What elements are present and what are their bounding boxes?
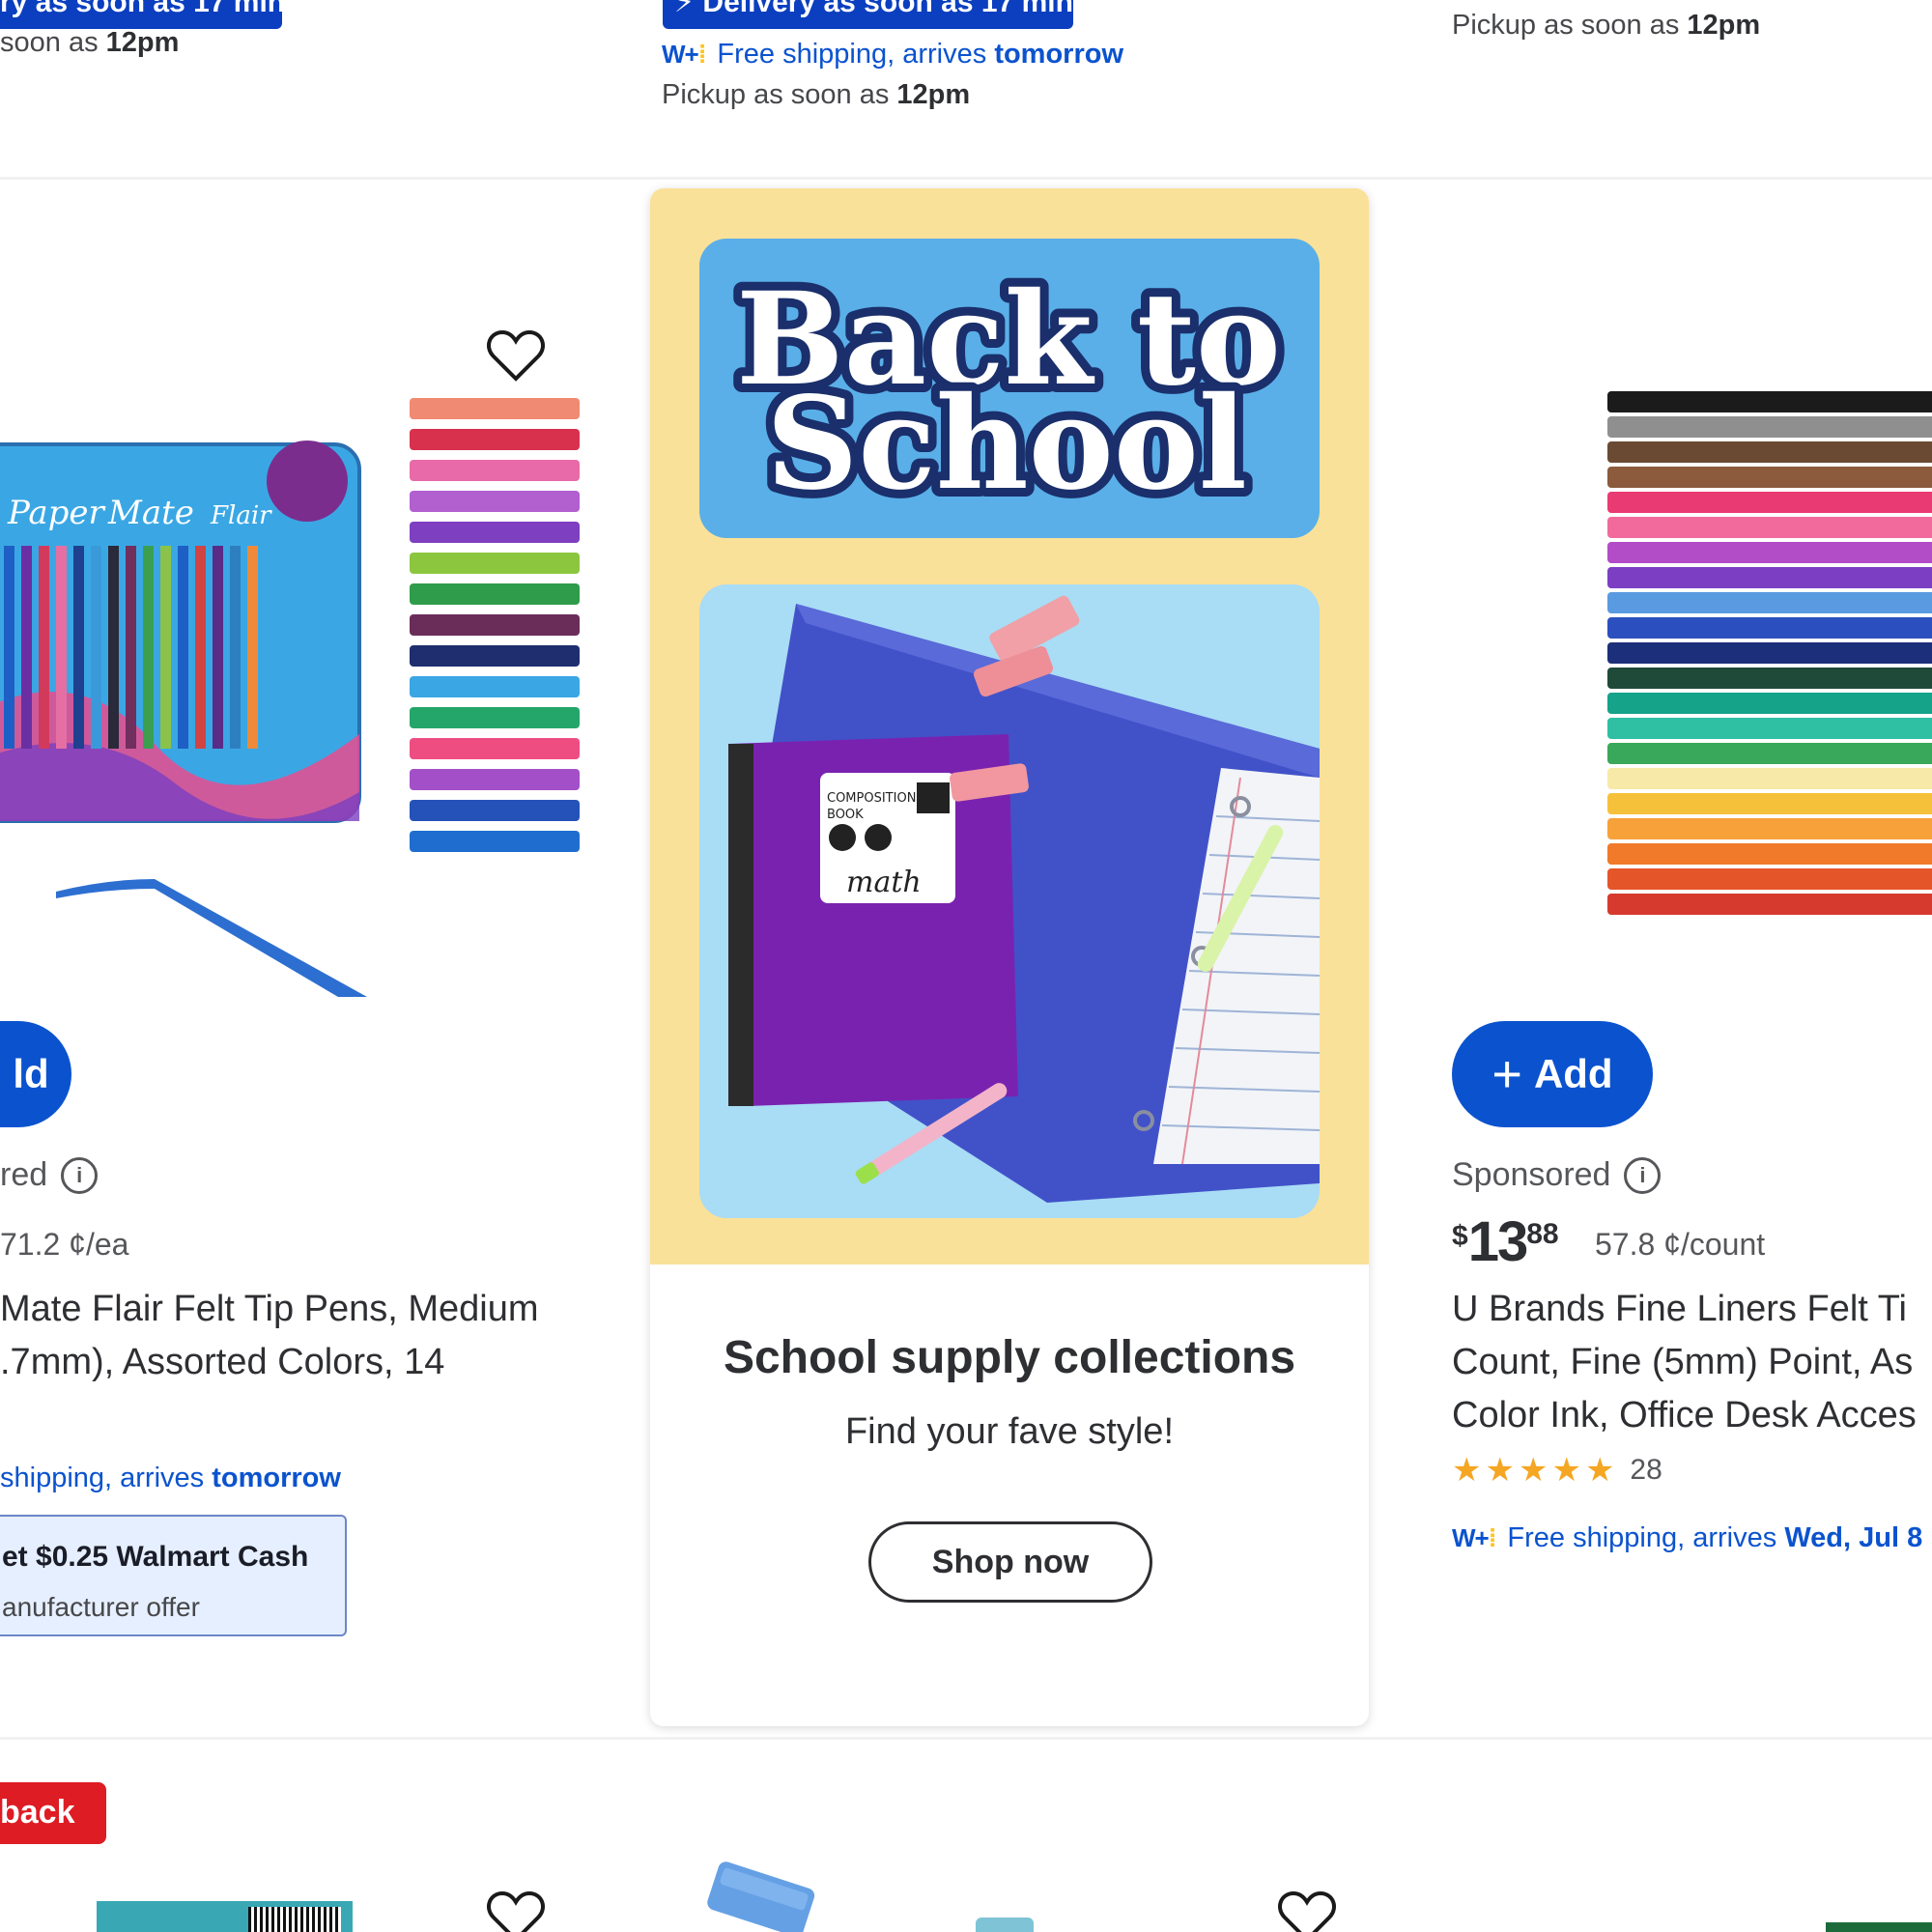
add-button-label: Add <box>1533 1051 1613 1096</box>
pickup-label: Pickup as soon as <box>662 79 897 110</box>
star-rating[interactable]: ★ ★ ★ ★ ★ 28 <box>1452 1451 1662 1490</box>
product-image[interactable]: Paper Mate Flair <box>0 309 580 1005</box>
shipping-day: tomorrow <box>212 1463 341 1493</box>
shipping-day: tomorrow <box>994 39 1124 70</box>
favorite-heart-icon[interactable] <box>486 1889 546 1932</box>
favorite-heart-icon[interactable] <box>486 328 546 383</box>
title-line: Count, Fine (5mm) Point, As <box>1452 1342 1914 1382</box>
star-icon: ★ <box>1584 1452 1615 1489</box>
pickup-time: 12pm <box>896 79 971 110</box>
sponsored-text: red <box>0 1156 48 1193</box>
title-line: Color Ink, Office Desk Acces <box>1452 1395 1917 1435</box>
delivery-badge: ry as soon as 17 mins <box>0 0 282 29</box>
price-cents: 88 <box>1526 1218 1559 1250</box>
rating-count: 28 <box>1630 1454 1662 1486</box>
row-divider <box>0 177 1932 180</box>
barcode-icon <box>248 1907 341 1932</box>
promo-title: School supply collections <box>723 1332 1296 1383</box>
pickup-text: Pickup as soon as 12pm <box>662 79 970 111</box>
product-title[interactable]: Mate Flair Felt Tip Pens, Medium .7mm), … <box>0 1283 539 1389</box>
back-to-school-banner: Back to Back to School School <box>699 239 1320 538</box>
promo-banner-area: Back to Back to School School COMPOSITIO… <box>650 188 1369 1264</box>
promo-subtitle: Find your fave style! <box>844 1411 1175 1452</box>
shipping-text: shipping, arrives tomorrow <box>0 1463 341 1494</box>
info-icon[interactable]: i <box>1624 1156 1662 1194</box>
svg-text:School: School <box>766 369 1247 519</box>
product-image[interactable] <box>1826 1922 1932 1932</box>
unit-price: 71.2 ¢/ea <box>0 1227 129 1262</box>
pickup-text: soon as 12pm <box>0 27 179 59</box>
svg-text:Mate: Mate <box>107 494 194 532</box>
pickup-text: Pickup as soon as 12pm <box>1452 10 1760 42</box>
shipping-label: shipping, arrives <box>0 1463 213 1493</box>
sponsored-text: Sponsored <box>1452 1156 1611 1193</box>
info-icon[interactable]: i <box>61 1156 99 1194</box>
svg-text:BOOK: BOOK <box>827 808 864 822</box>
row-divider <box>0 1737 1932 1740</box>
svg-text:Flair: Flair <box>210 501 272 530</box>
rollback-badge: back <box>0 1782 106 1844</box>
product-image[interactable] <box>97 1901 353 1932</box>
cash-offer-subtitle: anufacturer offer <box>2 1592 200 1622</box>
add-to-cart-button[interactable]: ld <box>0 1021 71 1127</box>
price-currency: $ <box>1452 1220 1468 1252</box>
walmart-plus-icon: W+⁞ <box>1452 1523 1496 1552</box>
star-icon: ★ <box>1551 1452 1581 1489</box>
title-line: .7mm), Assorted Colors, 14 <box>0 1342 445 1382</box>
product-image[interactable] <box>1604 382 1932 923</box>
product-price: $ 13 88 <box>1452 1212 1559 1272</box>
sponsored-label: Sponsored i <box>1452 1156 1662 1194</box>
star-icon: ★ <box>1485 1452 1515 1489</box>
school-supplies-photo: COMPOSITION BOOK math <box>699 584 1320 1218</box>
plus-icon: + <box>1492 1045 1522 1103</box>
pickup-time: 12pm <box>105 27 180 58</box>
add-to-cart-button[interactable]: + Add <box>1452 1021 1653 1127</box>
star-icon: ★ <box>1452 1452 1482 1489</box>
notebook-label-text: COMPOSITION <box>827 791 916 806</box>
back-to-school-logo: Back to Back to School School <box>727 256 1290 527</box>
pickup-label: soon as <box>0 27 106 58</box>
shipping-day: Wed, Jul 8 <box>1784 1522 1923 1553</box>
svg-text:math: math <box>846 866 922 899</box>
walmart-cash-offer[interactable]: et $0.25 Walmart Cash anufacturer offer <box>0 1515 347 1636</box>
shipping-text: W+⁞ Free shipping, arrives Wed, Jul 8 <box>1452 1522 1922 1554</box>
shop-now-button[interactable]: Shop now <box>868 1521 1152 1603</box>
cash-offer-title: et $0.25 Walmart Cash <box>2 1541 309 1573</box>
star-icon: ★ <box>1518 1452 1548 1489</box>
sponsored-label: red i <box>0 1156 99 1194</box>
price-dollars: 13 <box>1467 1210 1528 1273</box>
svg-text:Paper: Paper <box>7 494 106 532</box>
product-title[interactable]: U Brands Fine Liners Felt Ti Count, Fine… <box>1452 1283 1917 1442</box>
pickup-label: Pickup as soon as <box>1452 10 1688 41</box>
walmart-plus-icon: W+⁞ <box>662 40 706 69</box>
title-line: Mate Flair Felt Tip Pens, Medium <box>0 1289 539 1329</box>
shipping-label: Free shipping, arrives <box>1507 1522 1785 1553</box>
unit-price: 57.8 ¢/count <box>1595 1227 1766 1262</box>
add-button-label: ld <box>13 1051 49 1096</box>
pickup-time: 12pm <box>1687 10 1761 41</box>
product-image[interactable] <box>976 1918 1034 1932</box>
product-image[interactable] <box>703 1855 819 1932</box>
favorite-heart-icon[interactable] <box>1277 1889 1337 1932</box>
shipping-text: W+⁞ Free shipping, arrives tomorrow <box>662 39 1123 71</box>
promo-card[interactable]: Back to Back to School School COMPOSITIO… <box>650 188 1369 1726</box>
delivery-badge: ⚡ Delivery as soon as 17 mins <box>663 0 1073 29</box>
shipping-label: Free shipping, arrives <box>717 39 995 70</box>
title-line: U Brands Fine Liners Felt Ti <box>1452 1289 1907 1329</box>
